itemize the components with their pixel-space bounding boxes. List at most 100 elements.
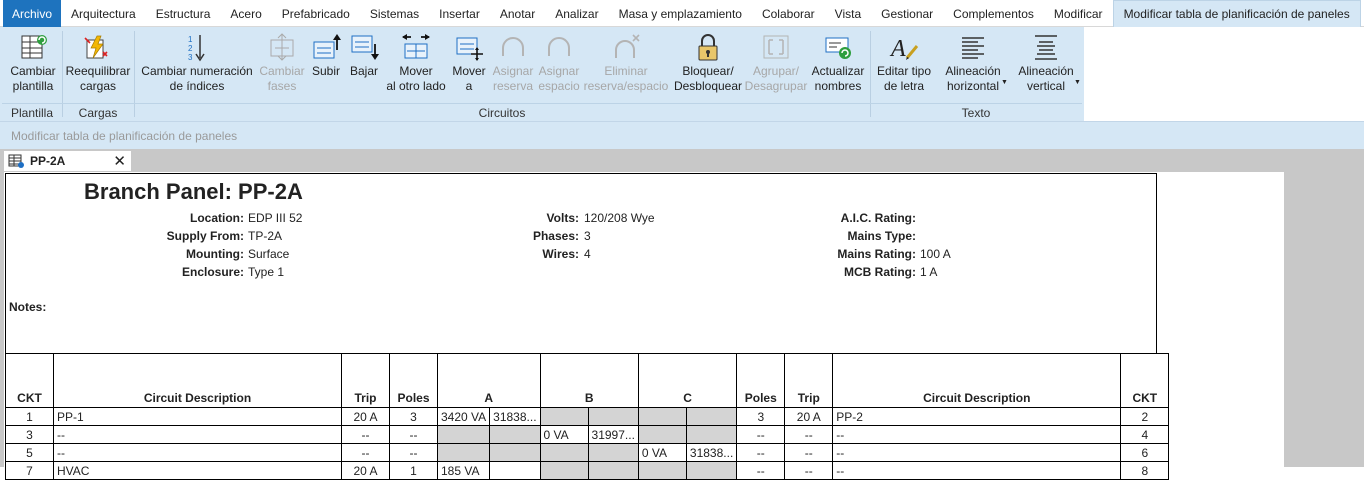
table-cell-poles-l[interactable]: -- [389, 443, 438, 462]
table-cell-b1[interactable]: 0 VA [539, 425, 589, 444]
table-cell-desc-l[interactable]: -- [53, 425, 342, 444]
table-cell-poles-l[interactable]: -- [389, 425, 438, 444]
table-cell-a1[interactable]: 3420 VA [436, 407, 491, 426]
table-cell-a1[interactable] [436, 425, 491, 444]
table-cell-trip-r[interactable]: -- [784, 461, 834, 480]
table-cell-b2[interactable] [587, 443, 639, 462]
table-cell-poles-r[interactable]: 3 [736, 407, 786, 426]
table-row[interactable]: 3 -- -- -- 0 VA 31997... -- -- -- 4 [5, 425, 1170, 444]
table-cell-c1[interactable] [637, 461, 687, 480]
menu-tab-insertar[interactable]: Insertar [429, 0, 490, 27]
reequilibrar-cargas-button[interactable]: Reequilibrar cargas [64, 27, 132, 103]
mover-a-button[interactable]: Mover a [450, 27, 488, 103]
table-row[interactable]: 7 HVAC 20 A 1 185 VA -- -- -- 8 [5, 461, 1170, 480]
table-cell-a2[interactable]: 31838... [489, 407, 541, 426]
table-cell-b2[interactable] [587, 407, 639, 426]
menu-tab-masa[interactable]: Masa y emplazamiento [609, 0, 752, 27]
cambiar-numeracion-button[interactable]: 123 Cambiar numeración de índices [138, 27, 256, 103]
table-row[interactable]: 1 PP-1 20 A 3 3420 VA 31838... 3 20 A PP-2 2 [5, 407, 1170, 426]
table-cell-poles-r[interactable]: -- [736, 425, 786, 444]
table-cell-trip-r[interactable]: -- [784, 425, 834, 444]
table-cell-poles-r[interactable]: -- [736, 443, 786, 462]
table-cell-ckt-l[interactable]: 3 [5, 425, 54, 444]
menu-tab-sistemas[interactable]: Sistemas [360, 0, 429, 27]
table-cell-trip-r[interactable]: -- [784, 443, 834, 462]
eliminar-reserva-button[interactable]: Eliminar reserva/espacio [583, 27, 669, 103]
phases-label: Phases: [532, 229, 579, 243]
table-cell-c1[interactable] [637, 425, 687, 444]
table-cell-desc-l[interactable]: PP-1 [53, 407, 342, 426]
table-cell-desc-r[interactable]: -- [832, 461, 1122, 480]
table-cell-trip-l[interactable]: -- [341, 443, 390, 462]
table-cell-ckt-r[interactable]: 4 [1120, 425, 1170, 444]
table-cell-c2[interactable] [685, 461, 738, 480]
table-row[interactable]: 5 -- -- -- 0 VA 31838... -- -- -- 6 [5, 443, 1170, 462]
table-cell-trip-l[interactable]: 20 A [341, 407, 390, 426]
table-cell-a2[interactable] [489, 461, 541, 480]
reequilibrar-label-1: Reequilibrar [65, 64, 131, 78]
close-tab-icon[interactable]: ✕ [113, 152, 126, 170]
bloquear-button[interactable]: Bloquear/ Desbloquear [673, 27, 743, 103]
cambiar-plantilla-button[interactable]: Cambiar plantilla [6, 27, 60, 103]
actualizar-nombres-button[interactable]: Actualizar nombres [809, 27, 867, 103]
mains-rating-value: 100 A [920, 247, 951, 261]
table-cell-b1[interactable] [539, 407, 589, 426]
table-cell-trip-r[interactable]: 20 A [784, 407, 834, 426]
document-tab[interactable]: PP-2A ✕ [4, 151, 131, 171]
menu-tab-colaborar[interactable]: Colaborar [752, 0, 825, 27]
font-icon: A [889, 30, 919, 64]
menu-tab-vista[interactable]: Vista [825, 0, 871, 27]
menu-tab-estructura[interactable]: Estructura [146, 0, 221, 27]
table-cell-ckt-l[interactable]: 5 [5, 443, 54, 462]
table-cell-a2[interactable] [489, 443, 541, 462]
cambiar-fases-button[interactable]: Cambiar fases [258, 27, 306, 103]
table-cell-desc-r[interactable]: -- [832, 443, 1122, 462]
menu-tab-analizar[interactable]: Analizar [545, 0, 608, 27]
table-cell-b2[interactable]: 31997... [587, 425, 639, 444]
table-cell-a2[interactable] [489, 425, 541, 444]
table-cell-b1[interactable] [539, 443, 589, 462]
bajar-button[interactable]: Bajar [346, 27, 382, 103]
menu-tab-archivo[interactable]: Archivo [3, 0, 62, 27]
table-cell-trip-l[interactable]: 20 A [341, 461, 390, 480]
table-cell-ckt-r[interactable]: 8 [1120, 461, 1170, 480]
table-cell-poles-l[interactable]: 1 [389, 461, 438, 480]
table-cell-ckt-l[interactable]: 7 [5, 461, 54, 480]
table-cell-a1[interactable]: 185 VA [436, 461, 491, 480]
table-cell-poles-r[interactable]: -- [736, 461, 786, 480]
table-cell-c1[interactable] [637, 407, 687, 426]
table-cell-c2[interactable]: 31838... [685, 443, 738, 462]
table-cell-trip-l[interactable]: -- [341, 425, 390, 444]
asignar-reserva-button[interactable]: Asignar reserva [490, 27, 536, 103]
table-cell-b2[interactable] [587, 461, 639, 480]
menu-tab-modificar[interactable]: Modificar [1044, 0, 1113, 27]
menu-tab-complementos[interactable]: Complementos [943, 0, 1044, 27]
menu-tab-arquitectura[interactable]: Arquitectura [61, 0, 146, 27]
table-cell-b1[interactable] [539, 461, 589, 480]
table-cell-desc-r[interactable]: -- [832, 425, 1122, 444]
table-cell-c2[interactable] [685, 407, 738, 426]
menu-tab-prefabricado[interactable]: Prefabricado [272, 0, 360, 27]
table-cell-desc-r[interactable]: PP-2 [832, 407, 1122, 426]
asignar-espacio-button[interactable]: Asignar espacio [537, 27, 581, 103]
menu-tab-modificar-tabla[interactable]: Modificar tabla de planificación de pane… [1112, 0, 1361, 27]
alineacion-horizontal-button[interactable]: Alineación horizontal ▼ [938, 27, 1008, 103]
table-cell-ckt-r[interactable]: 6 [1120, 443, 1170, 462]
editar-tipo-letra-button[interactable]: A Editar tipo de letra [874, 27, 934, 103]
table-cell-a1[interactable] [436, 443, 491, 462]
agrupar-button[interactable]: Agrupar/ Desagrupar [745, 27, 807, 103]
table-cell-desc-l[interactable]: HVAC [53, 461, 342, 480]
menu-tab-anotar[interactable]: Anotar [490, 0, 545, 27]
table-cell-desc-l[interactable]: -- [53, 443, 342, 462]
table-cell-c1[interactable]: 0 VA [637, 443, 687, 462]
mover-otro-lado-button[interactable]: Mover al otro lado [384, 27, 448, 103]
menu-tab-gestionar[interactable]: Gestionar [871, 0, 943, 27]
panel-label-plantilla: Plantilla [2, 103, 62, 121]
table-cell-c2[interactable] [685, 425, 738, 444]
table-cell-ckt-l[interactable]: 1 [5, 407, 54, 426]
menu-tab-acero[interactable]: Acero [220, 0, 271, 27]
subir-button[interactable]: Subir [308, 27, 344, 103]
table-cell-ckt-r[interactable]: 2 [1120, 407, 1170, 426]
alineacion-vertical-button[interactable]: Alineación vertical ▼ [1012, 27, 1081, 103]
table-cell-poles-l[interactable]: 3 [389, 407, 438, 426]
